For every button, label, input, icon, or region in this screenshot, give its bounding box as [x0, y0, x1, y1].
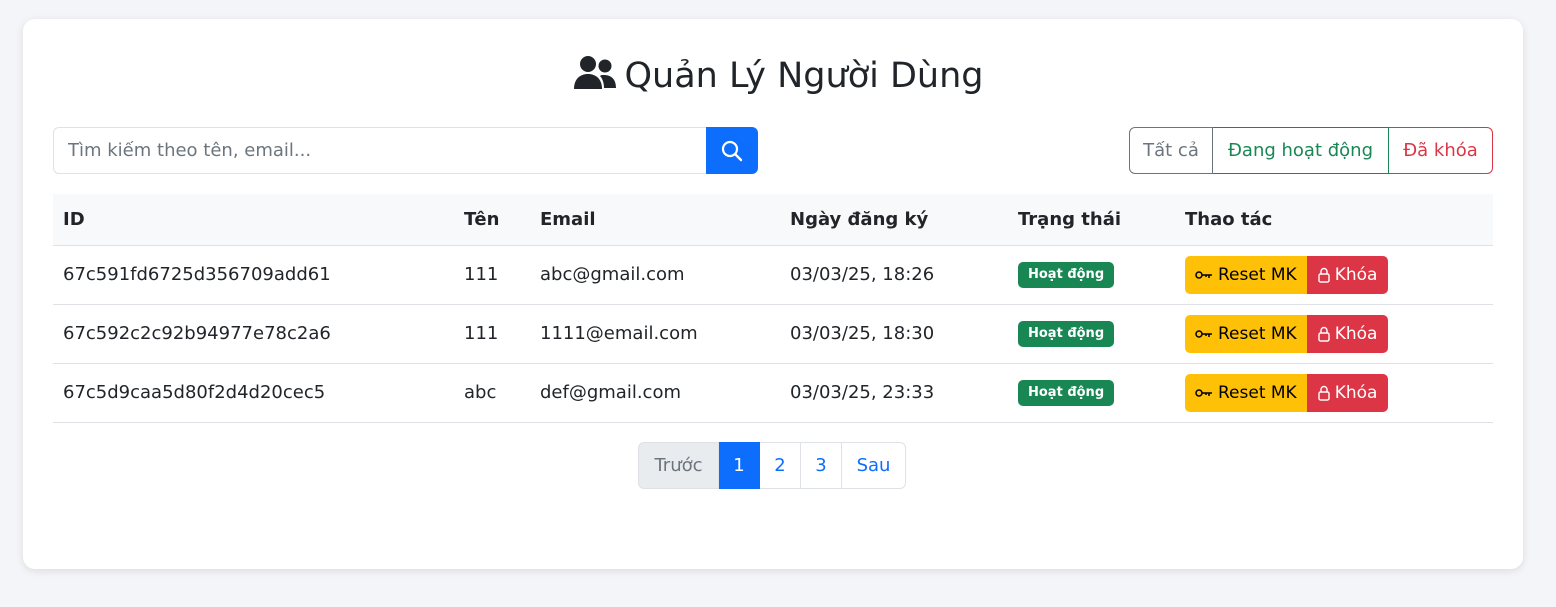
reset-password-label: Reset MK: [1218, 323, 1297, 344]
pagination-prev-button[interactable]: Trước: [638, 442, 719, 489]
key-icon: [1195, 270, 1212, 279]
users-table: ID Tên Email Ngày đăng ký Trạng thái Tha…: [53, 194, 1493, 423]
users-icon: [573, 56, 616, 89]
table-row: 67c592c2c92b94977e78c2a6 111 1111@email.…: [53, 304, 1493, 364]
lock-user-button[interactable]: Khóa: [1306, 255, 1389, 294]
status-filter-group: Tất cả Đang hoạt động Đã khóa: [1129, 127, 1493, 174]
user-status-cell: Hoạt động: [1008, 304, 1175, 364]
table-row: 67c5d9caa5d80f2d4d20cec5 abc def@gmail.c…: [53, 363, 1493, 423]
user-actions-cell: Reset MK Khóa: [1175, 363, 1493, 423]
lock-user-label: Khóa: [1334, 264, 1378, 285]
pagination-page-3[interactable]: 3: [801, 442, 842, 489]
status-badge: Hoạt động: [1018, 261, 1115, 288]
user-status-cell: Hoạt động: [1008, 363, 1175, 423]
user-actions-cell: Reset MK Khóa: [1175, 304, 1493, 364]
row-actions: Reset MK Khóa: [1185, 314, 1389, 353]
status-badge: Hoạt động: [1018, 379, 1115, 406]
search-bar: [53, 127, 758, 174]
pagination-page-2[interactable]: 2: [760, 442, 801, 489]
user-name-cell: abc: [454, 363, 530, 423]
key-icon: [1195, 329, 1212, 338]
column-header-actions: Thao tác: [1175, 194, 1493, 246]
column-header-name[interactable]: Tên: [454, 194, 530, 246]
lock-user-button[interactable]: Khóa: [1306, 373, 1389, 412]
user-email-cell: 1111@email.com: [530, 304, 780, 364]
table-row: 67c591fd6725d356709add61 111 abc@gmail.c…: [53, 245, 1493, 305]
search-input[interactable]: [53, 127, 706, 174]
user-registered-cell: 03/03/25, 23:33: [780, 363, 1008, 423]
user-id-cell: 67c5d9caa5d80f2d4d20cec5: [53, 363, 454, 423]
lock-icon: [1318, 267, 1330, 283]
user-email-cell: def@gmail.com: [530, 363, 780, 423]
reset-password-button[interactable]: Reset MK: [1185, 373, 1307, 412]
reset-password-label: Reset MK: [1218, 382, 1297, 403]
lock-icon: [1318, 326, 1330, 342]
filter-all-button[interactable]: Tất cả: [1129, 127, 1213, 174]
filter-active-button[interactable]: Đang hoạt động: [1213, 127, 1389, 174]
page-title: Quản Lý Người Dùng: [0, 52, 1556, 100]
reset-password-button[interactable]: Reset MK: [1185, 314, 1307, 353]
status-badge: Hoạt động: [1018, 320, 1115, 347]
page-title-text: Quản Lý Người Dùng: [624, 56, 984, 96]
lock-user-button[interactable]: Khóa: [1306, 314, 1389, 353]
user-status-cell: Hoạt động: [1008, 245, 1175, 305]
user-name-cell: 111: [454, 245, 530, 305]
user-name-cell: 111: [454, 304, 530, 364]
key-icon: [1195, 388, 1212, 397]
column-header-registered[interactable]: Ngày đăng ký: [780, 194, 1008, 246]
search-icon: [721, 140, 743, 161]
pagination: Trước 1 2 3 Sau: [638, 442, 906, 489]
lock-user-label: Khóa: [1334, 323, 1378, 344]
column-header-status[interactable]: Trạng thái: [1008, 194, 1175, 246]
user-email-cell: abc@gmail.com: [530, 245, 780, 305]
user-id-cell: 67c592c2c92b94977e78c2a6: [53, 304, 454, 364]
row-actions: Reset MK Khóa: [1185, 373, 1389, 412]
reset-password-button[interactable]: Reset MK: [1185, 255, 1307, 294]
pagination-page-1[interactable]: 1: [719, 442, 760, 489]
row-actions: Reset MK Khóa: [1185, 255, 1389, 294]
pagination-next-button[interactable]: Sau: [842, 442, 906, 489]
column-header-id[interactable]: ID: [53, 194, 454, 246]
user-id-cell: 67c591fd6725d356709add61: [53, 245, 454, 305]
search-button[interactable]: [706, 127, 758, 174]
user-actions-cell: Reset MK Khóa: [1175, 245, 1493, 305]
reset-password-label: Reset MK: [1218, 264, 1297, 285]
lock-user-label: Khóa: [1334, 382, 1378, 403]
table-header-row: ID Tên Email Ngày đăng ký Trạng thái Tha…: [53, 194, 1493, 246]
filter-locked-button[interactable]: Đã khóa: [1389, 127, 1493, 174]
user-registered-cell: 03/03/25, 18:26: [780, 245, 1008, 305]
column-header-email[interactable]: Email: [530, 194, 780, 246]
user-registered-cell: 03/03/25, 18:30: [780, 304, 1008, 364]
lock-icon: [1318, 385, 1330, 401]
